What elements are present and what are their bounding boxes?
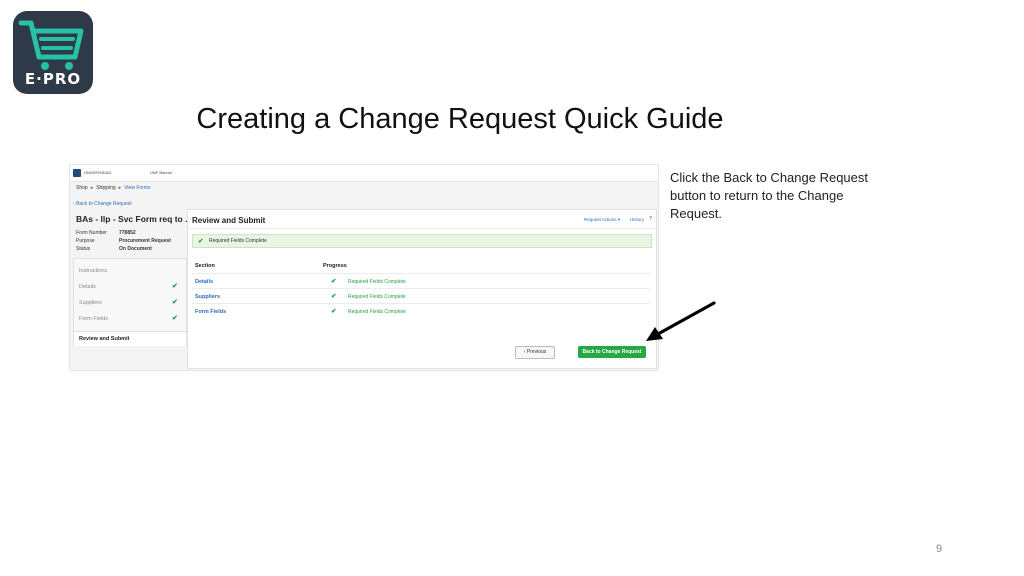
breadcrumb-shop[interactable]: Shop bbox=[76, 185, 88, 191]
review-panel: Review and Submit Request Actions ▾ Hist… bbox=[187, 209, 657, 369]
previous-button[interactable]: ‹ Previous bbox=[515, 346, 555, 359]
panel-heading: Review and Submit bbox=[192, 216, 266, 225]
history-link[interactable]: History bbox=[630, 217, 644, 222]
breadcrumb-shipping[interactable]: Shipping bbox=[96, 185, 115, 191]
chevron-right-icon: ▸ bbox=[90, 185, 94, 191]
progress-text: Required Fields Complete bbox=[348, 279, 406, 285]
sidebar-item-review-and-submit[interactable]: Review and Submit bbox=[74, 331, 186, 346]
meta-label: Status bbox=[76, 246, 91, 252]
sidebar-item-suppliers[interactable]: Suppliers bbox=[79, 300, 102, 306]
page-number: 9 bbox=[936, 543, 943, 555]
section-link-form-fields[interactable]: Form Fields bbox=[195, 309, 226, 315]
meta-form-number: Form Number 778852 bbox=[76, 230, 136, 236]
sidebar-item-instructions[interactable]: Instructions bbox=[79, 268, 107, 274]
app-topbar: UNIVERSIDAD UNF Banner bbox=[70, 165, 658, 182]
app-brand: UNIVERSIDAD bbox=[84, 170, 112, 175]
check-icon: ✔ bbox=[331, 293, 337, 300]
check-icon: ✔ bbox=[331, 278, 337, 285]
request-actions-menu[interactable]: Request Actions ▾ bbox=[584, 217, 620, 223]
slide-title: Creating a Change Request Quick Guide bbox=[196, 103, 724, 135]
form-title: BAs - llp - Svc Form req to ... bbox=[76, 214, 193, 224]
required-fields-banner: ✔ Required Fields Complete bbox=[192, 234, 652, 248]
sidebar: Instructions Details ✔ Suppliers ✔ Form … bbox=[73, 258, 187, 346]
instruction-text: Click the Back to Change Request button … bbox=[670, 170, 868, 221]
table-row: Details ✔ Required Fields Complete bbox=[192, 273, 650, 289]
back-to-change-request-link[interactable]: ‹ Back to Change Request bbox=[73, 201, 132, 207]
table-row: Form Fields ✔ Required Fields Complete bbox=[192, 303, 650, 319]
check-icon: ✔ bbox=[172, 299, 178, 306]
check-icon: ✔ bbox=[198, 238, 204, 245]
chevron-right-icon: ▸ bbox=[118, 185, 122, 191]
meta-value: On Document bbox=[119, 246, 152, 252]
app-screenshot: UNIVERSIDAD UNF Banner Shop ▸ Shipping ▸ Vie… bbox=[69, 164, 659, 371]
sidebar-item-form-fields[interactable]: Form Fields bbox=[79, 316, 108, 322]
meta-purpose: Purpose Procurement Request bbox=[76, 238, 171, 244]
meta-value: 778852 bbox=[119, 230, 136, 236]
table-row: Suppliers ✔ Required Fields Complete bbox=[192, 288, 650, 304]
app-logo-icon bbox=[73, 169, 81, 177]
divider bbox=[188, 228, 656, 229]
app-secondary-brand: UNF Banner bbox=[150, 170, 173, 175]
help-icon[interactable]: ? bbox=[649, 216, 652, 222]
sidebar-item-details[interactable]: Details bbox=[79, 284, 96, 290]
progress-text: Required Fields Complete bbox=[348, 294, 406, 300]
check-icon: ✔ bbox=[172, 283, 178, 290]
column-header-progress: Progress bbox=[323, 263, 347, 269]
meta-status: Status On Document bbox=[76, 246, 152, 252]
epro-logo: E·PRO bbox=[13, 11, 93, 94]
column-header-section: Section bbox=[195, 263, 215, 269]
breadcrumb-view-forms[interactable]: View Forms bbox=[124, 185, 150, 191]
meta-value: Procurement Request bbox=[119, 238, 171, 244]
meta-label: Purpose bbox=[76, 238, 95, 244]
back-link-label: Back to Change Request bbox=[76, 201, 132, 207]
sidebar-active-label: Review and Submit bbox=[79, 336, 130, 342]
section-link-suppliers[interactable]: Suppliers bbox=[195, 294, 220, 300]
check-icon: ✔ bbox=[331, 308, 337, 315]
section-link-details[interactable]: Details bbox=[195, 279, 213, 285]
check-icon: ✔ bbox=[172, 315, 178, 322]
logo-brand-text: E·PRO bbox=[24, 70, 82, 88]
meta-label: Form Number bbox=[76, 230, 107, 236]
breadcrumb: Shop ▸ Shipping ▸ View Forms bbox=[76, 185, 151, 191]
banner-text: Required Fields Complete bbox=[209, 238, 267, 244]
back-to-change-request-button[interactable]: Back to Change Request bbox=[578, 346, 646, 358]
progress-text: Required Fields Complete bbox=[348, 309, 406, 315]
pointer-arrow-icon bbox=[646, 301, 716, 341]
